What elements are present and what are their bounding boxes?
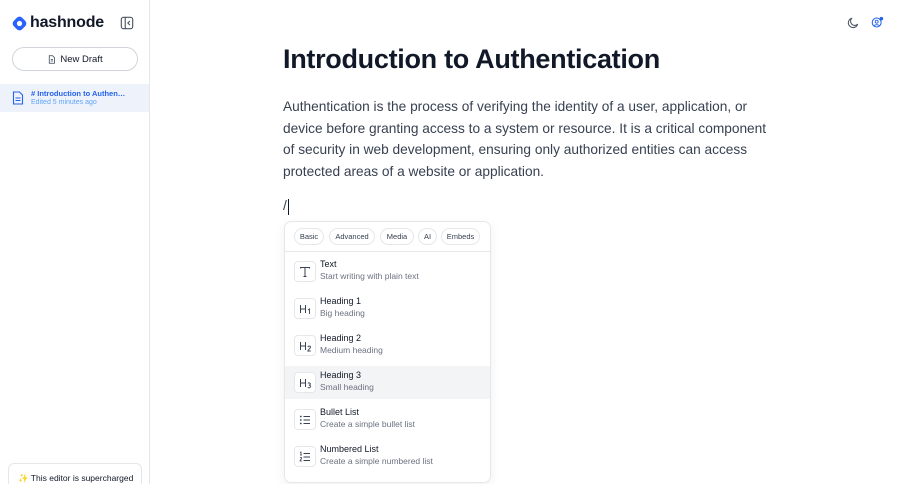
menu-item-bullet-list[interactable]: Bullet List Create a simple bullet list bbox=[285, 403, 490, 436]
hashnode-logo-icon bbox=[12, 16, 27, 30]
supercharged-banner[interactable]: ✨ This editor is supercharged bbox=[8, 463, 142, 484]
new-draft-icon bbox=[49, 54, 56, 64]
slash-command-text[interactable]: / bbox=[283, 197, 287, 213]
document-icon bbox=[12, 91, 24, 105]
menu-item-description: Start writing with plain text bbox=[320, 271, 419, 281]
menu-item-description: Big heading bbox=[320, 308, 365, 318]
draft-list-item[interactable]: # Introduction to Authentication Edited … bbox=[0, 84, 149, 112]
brand-name: hashnode bbox=[30, 14, 104, 31]
menu-item-title: Heading 3 bbox=[320, 370, 362, 380]
menu-item-title: Numbered List bbox=[320, 444, 379, 454]
menu-item-heading-2[interactable]: Heading 2 Medium heading bbox=[285, 329, 490, 362]
menu-item-description: Create a simple numbered list bbox=[320, 456, 433, 466]
menu-tabs: Basic Advanced Media AI Embeds bbox=[285, 222, 490, 252]
new-draft-button[interactable]: New Draft bbox=[12, 47, 138, 71]
menu-item-title: Heading 2 bbox=[320, 333, 362, 343]
heading-3-icon bbox=[294, 372, 316, 393]
menu-item-numbered-list[interactable]: Numbered List Create a simple numbered l… bbox=[285, 440, 490, 473]
bullet-list-icon bbox=[294, 409, 316, 430]
new-draft-label: New Draft bbox=[60, 53, 103, 65]
menu-item-description: Small heading bbox=[320, 382, 374, 392]
document-body[interactable]: Authentication is the process of verifyi… bbox=[283, 96, 773, 182]
menu-item-title: Heading 1 bbox=[320, 296, 362, 306]
draft-edited-time: Edited 5 minutes ago bbox=[31, 99, 97, 106]
menu-item-heading-3[interactable]: Heading 3 Small heading bbox=[285, 366, 490, 399]
numbered-list-icon bbox=[294, 446, 316, 467]
menu-item-heading-1[interactable]: Heading 1 Big heading bbox=[285, 292, 490, 325]
tab-advanced[interactable]: Advanced bbox=[329, 228, 375, 245]
menu-item-title: Text bbox=[320, 259, 337, 269]
moon-icon[interactable] bbox=[847, 16, 860, 29]
document-title[interactable]: Introduction to Authentication bbox=[283, 44, 660, 75]
tab-media[interactable]: Media bbox=[380, 228, 414, 245]
heading-1-icon bbox=[294, 298, 316, 319]
tab-ai[interactable]: AI bbox=[418, 228, 437, 245]
sidebar: hashnode New Draft # Introduction to Aut… bbox=[0, 0, 150, 484]
slash-command-menu: Basic Advanced Media AI Embeds Text Star… bbox=[284, 221, 491, 483]
heading-2-icon bbox=[294, 335, 316, 356]
account-settings-icon[interactable] bbox=[871, 16, 884, 29]
menu-item-description: Create a simple bullet list bbox=[320, 419, 415, 429]
draft-title: # Introduction to Authentication bbox=[31, 89, 126, 98]
menu-item-title: Bullet List bbox=[320, 407, 360, 417]
text-cursor bbox=[288, 199, 289, 215]
menu-item-description: Medium heading bbox=[320, 345, 383, 355]
hashnode-logo[interactable]: hashnode bbox=[12, 14, 104, 32]
sidebar-collapse-icon[interactable] bbox=[120, 16, 134, 30]
menu-item-text[interactable]: Text Start writing with plain text bbox=[285, 255, 490, 288]
tab-basic[interactable]: Basic bbox=[294, 228, 324, 245]
text-icon bbox=[294, 261, 316, 282]
tab-embeds[interactable]: Embeds bbox=[441, 228, 480, 245]
